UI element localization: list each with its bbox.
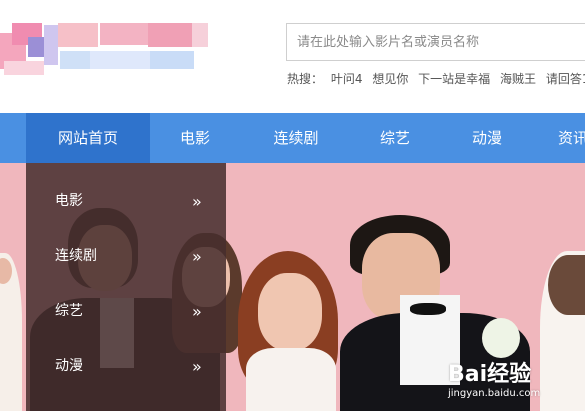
hot-search-bar: 热搜： 叶问4 想见你 下一站是幸福 海贼王 请回答19 [287, 70, 585, 87]
dropdown-item-anime[interactable]: 动漫 » [26, 339, 226, 394]
watermark-logo: Bai经验 [448, 362, 532, 387]
dropdown-item-variety[interactable]: 综艺 » [26, 284, 226, 339]
double-chevron-right-icon: » [192, 357, 202, 376]
dropdown-item-movies[interactable]: 电影 » [26, 174, 226, 229]
nav-item-variety[interactable]: 综艺 [370, 113, 420, 163]
dropdown-item-label: 电影 [55, 193, 83, 209]
double-chevron-right-icon: » [192, 247, 202, 266]
hot-search-link[interactable]: 海贼王 [500, 72, 536, 86]
double-chevron-right-icon: » [192, 192, 202, 211]
hot-search-link[interactable]: 下一站是幸福 [418, 72, 490, 86]
nav-dropdown-menu: 电影 » 连续剧 » 综艺 » 动漫 » [26, 163, 226, 411]
watermark-url: jingyan.baidu.com [448, 388, 541, 399]
hot-search-link[interactable]: 叶问4 [331, 72, 363, 86]
nav-item-movies[interactable]: 电影 [170, 113, 220, 163]
dropdown-item-label: 动漫 [55, 358, 83, 374]
nav-item-news[interactable]: 资讯 [558, 113, 585, 163]
dropdown-item-label: 连续剧 [55, 248, 97, 264]
hot-search-link[interactable]: 想见你 [372, 72, 408, 86]
site-logo-blurred[interactable] [0, 15, 210, 77]
main-nav: 网站首页 电影 连续剧 综艺 动漫 资讯 [0, 113, 585, 163]
nav-item-series[interactable]: 连续剧 [262, 113, 330, 163]
dropdown-item-series[interactable]: 连续剧 » [26, 229, 226, 284]
double-chevron-right-icon: » [192, 302, 202, 321]
baidu-jingyan-watermark: Bai经验 jingyan.baidu.com [448, 356, 540, 399]
hot-search-label: 热搜： [287, 72, 324, 86]
dropdown-item-label: 综艺 [55, 303, 83, 319]
search-input[interactable] [286, 23, 585, 61]
nav-item-anime[interactable]: 动漫 [462, 113, 512, 163]
hot-search-link[interactable]: 请回答19 [546, 72, 585, 86]
site-header: 热搜： 叶问4 想见你 下一站是幸福 海贼王 请回答19 [0, 0, 585, 113]
nav-item-home[interactable]: 网站首页 [26, 113, 150, 163]
